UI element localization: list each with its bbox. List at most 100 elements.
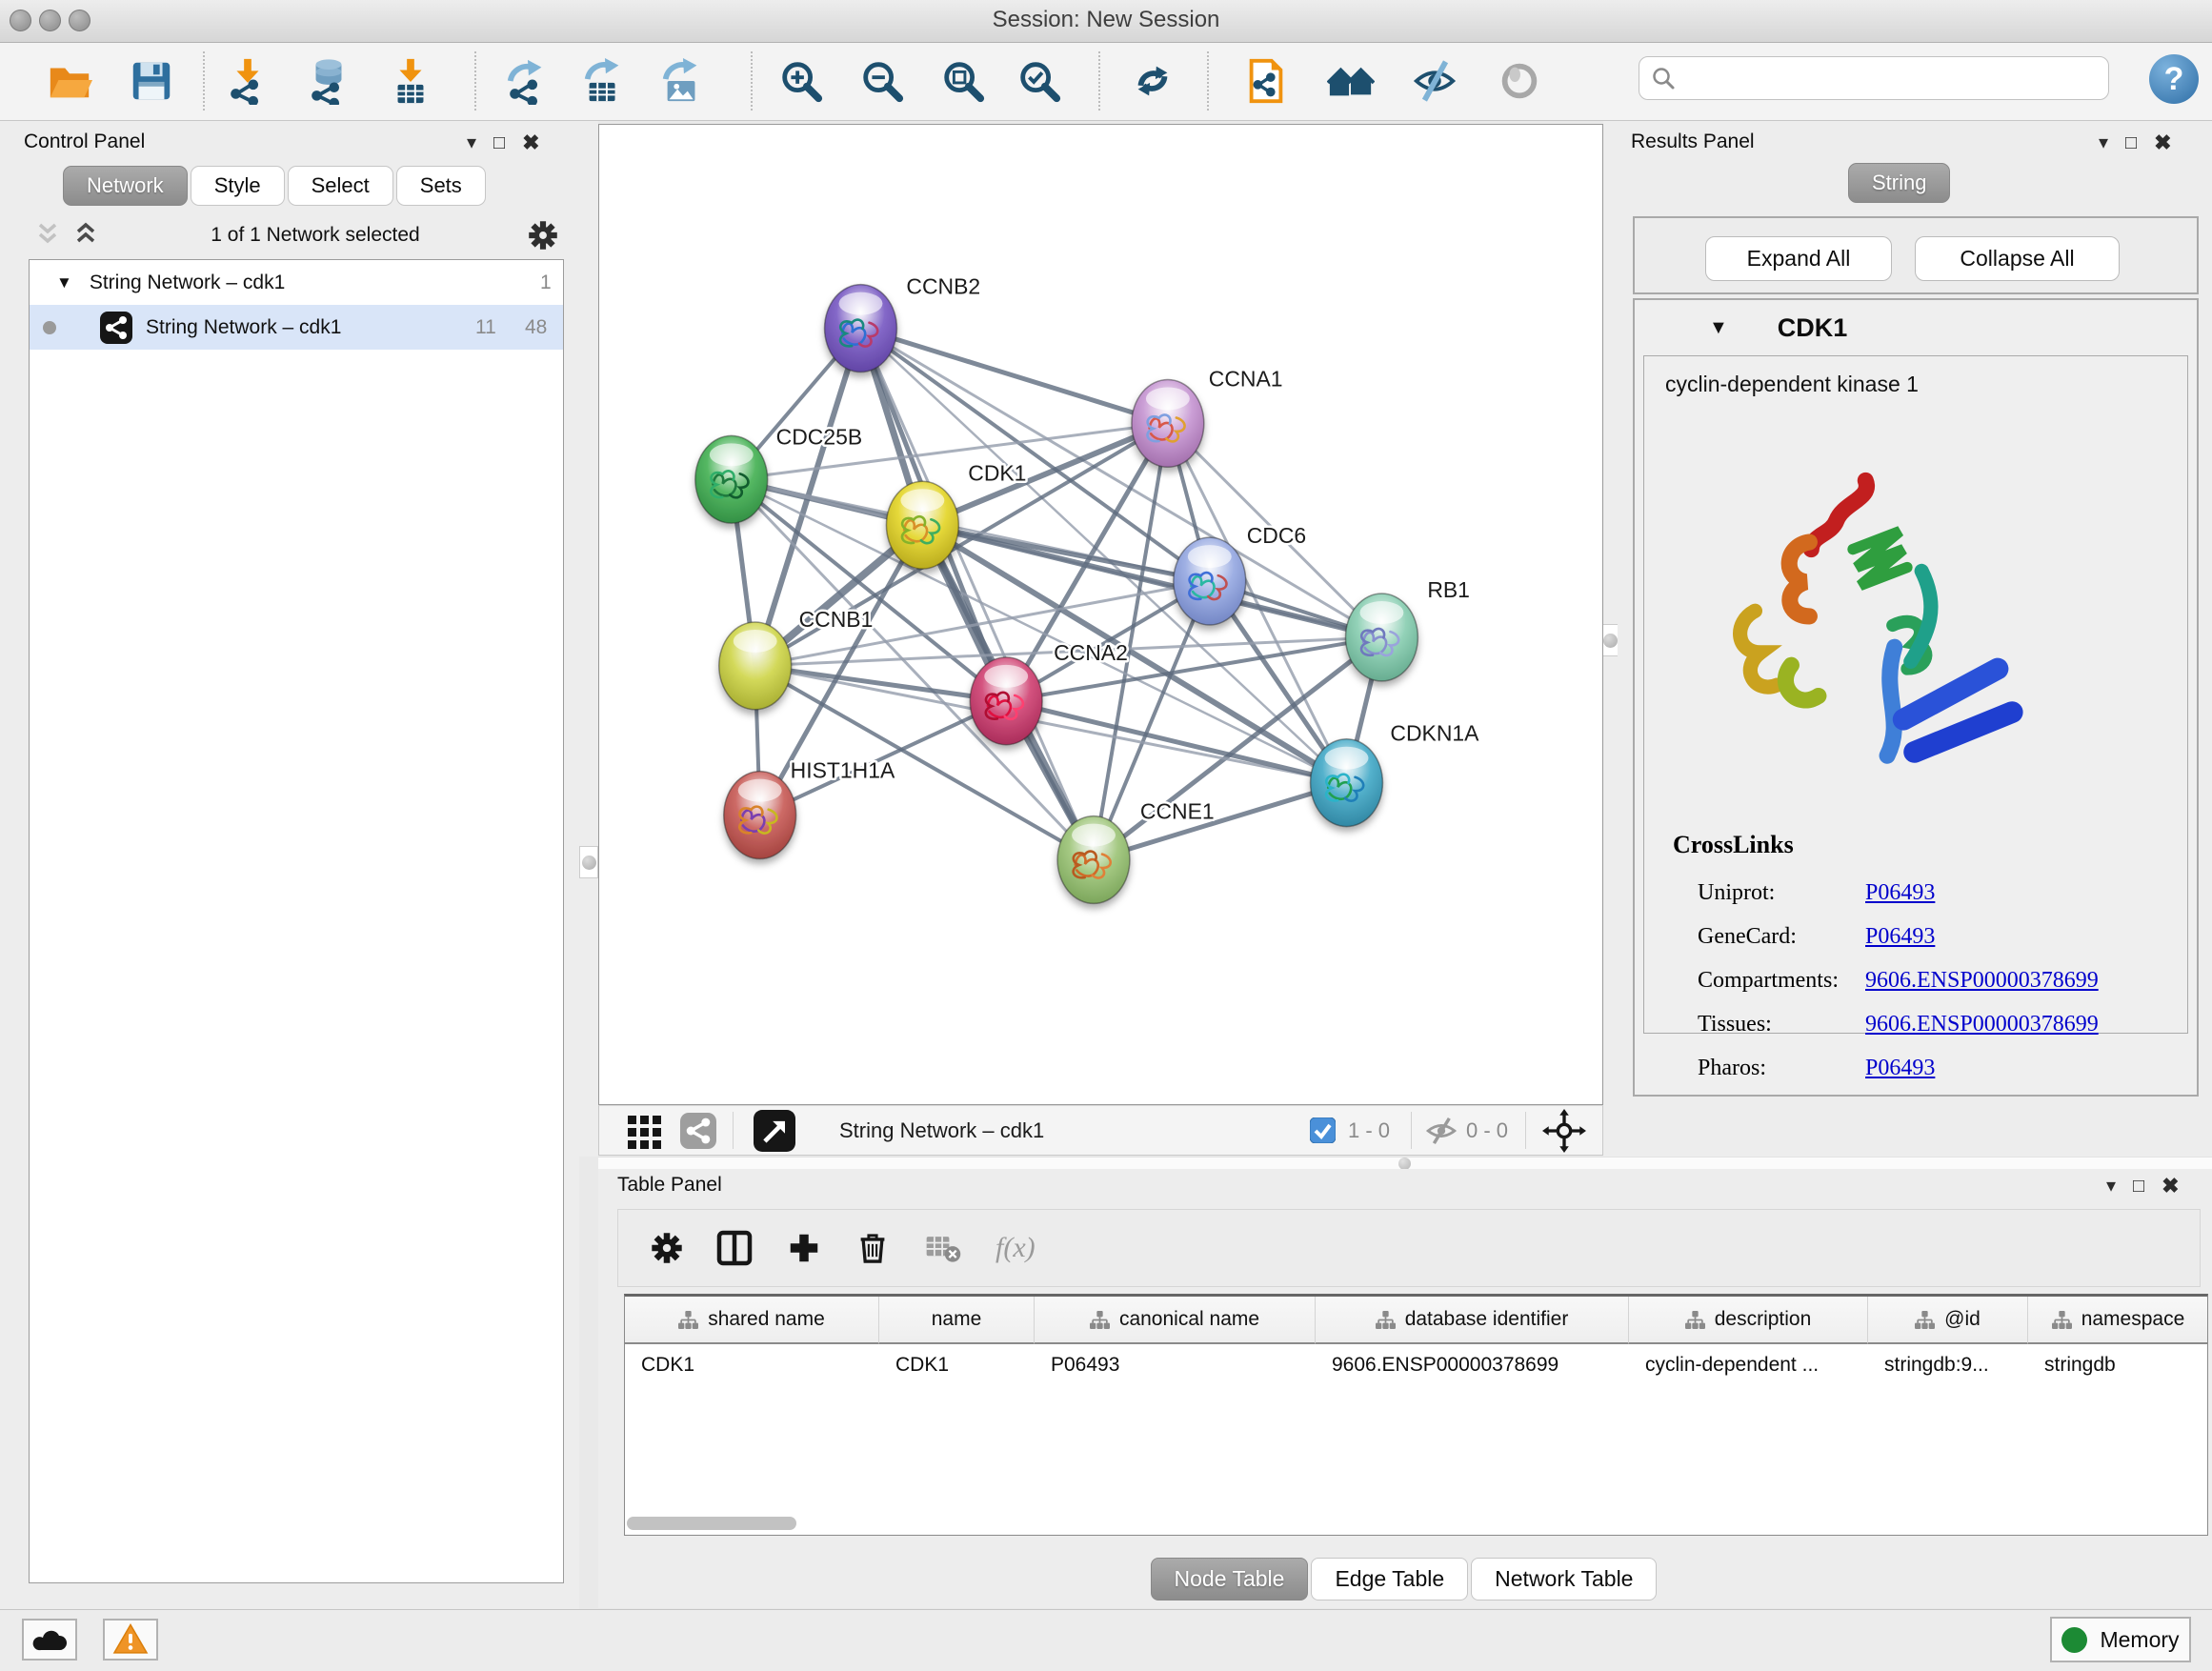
table-row[interactable]: CDK1CDK1P064939606.ENSP00000378699cyclin…: [625, 1344, 2207, 1386]
search-input[interactable]: [1685, 65, 2099, 91]
hidden-eye-icon[interactable]: [1424, 1106, 1458, 1155]
network-node-CCNE1[interactable]: [1057, 816, 1130, 904]
collapse-all-button[interactable]: Collapse All: [1915, 236, 2120, 281]
expand-all-icon[interactable]: [70, 221, 103, 250]
table-cell[interactable]: P06493: [1035, 1344, 1316, 1386]
add-column-icon[interactable]: [786, 1230, 822, 1266]
network-edge-CCNB2-CCNA1[interactable]: [860, 329, 1167, 424]
delete-table-icon[interactable]: [923, 1228, 963, 1268]
table-cell[interactable]: stringdb:9...: [1868, 1344, 2028, 1386]
import-network-file-icon[interactable]: [222, 55, 273, 107]
table-cell[interactable]: CDK1: [879, 1344, 1035, 1386]
share-session-file-icon[interactable]: [1240, 55, 1292, 107]
table-cell[interactable]: cyclin-dependent ...: [1629, 1344, 1868, 1386]
selected-checkbox[interactable]: [1310, 1106, 1336, 1155]
network-edge-CCNB2-CCNE1[interactable]: [860, 329, 1094, 860]
table-cell[interactable]: 9606.ENSP00000378699: [1316, 1344, 1629, 1386]
network-collection-row[interactable]: ▼ String Network – cdk1 1: [30, 260, 563, 305]
crosslink-link[interactable]: P06493: [1865, 924, 1935, 950]
show-columns-icon[interactable]: [715, 1229, 754, 1267]
right-splitter-handle[interactable]: [1600, 624, 1619, 656]
horizontal-scrollbar-thumb[interactable]: [627, 1517, 796, 1530]
save-session-icon[interactable]: [126, 55, 177, 107]
network-canvas[interactable]: CCNB2CCNA1CDC25BCDK1CDC6RB1CCNB1CCNA2CDK…: [599, 125, 1602, 1104]
left-splitter-handle[interactable]: [579, 846, 598, 878]
network-node-HIST1H1A[interactable]: [724, 772, 796, 859]
network-node-CCNB2[interactable]: [825, 285, 897, 372]
tab-edge-table[interactable]: Edge Table: [1311, 1558, 1468, 1601]
network-overview-icon[interactable]: [1325, 55, 1377, 107]
birdseye-view-icon[interactable]: [754, 1106, 795, 1155]
export-network-icon[interactable]: [501, 55, 553, 107]
panel-collapse-icon[interactable]: ▾: [2099, 133, 2108, 152]
crosslink-link[interactable]: P06493: [1865, 880, 1935, 906]
panel-close-icon[interactable]: ✖: [2162, 1176, 2179, 1197]
panel-float-icon[interactable]: □: [2133, 1177, 2144, 1196]
tab-string[interactable]: String: [1848, 163, 1950, 203]
open-session-icon[interactable]: [44, 55, 95, 107]
pan-crosshair-icon[interactable]: [1542, 1106, 1586, 1155]
column-header-shared-name[interactable]: shared name: [625, 1297, 879, 1344]
zoom-out-icon[interactable]: [856, 55, 908, 107]
panel-float-icon[interactable]: □: [2125, 133, 2137, 152]
export-table-icon[interactable]: [578, 55, 630, 107]
crosslink-link[interactable]: P06493: [1865, 1056, 1935, 1081]
collapse-section-icon[interactable]: ▼: [1709, 317, 1728, 339]
help-button[interactable]: ?: [2149, 54, 2199, 104]
collapse-all-icon[interactable]: [32, 221, 65, 250]
network-type-icon[interactable]: [680, 1106, 716, 1155]
panel-collapse-icon[interactable]: ▾: [467, 133, 476, 152]
gear-icon[interactable]: [528, 220, 558, 251]
show-all-icon[interactable]: [1494, 55, 1545, 107]
memory-button[interactable]: Memory: [2050, 1617, 2191, 1662]
zoom-selected-icon[interactable]: [1014, 55, 1065, 107]
panel-collapse-icon[interactable]: ▾: [2106, 1177, 2116, 1196]
horizontal-splitter[interactable]: [598, 1157, 2212, 1170]
column-header-name[interactable]: name: [879, 1297, 1035, 1344]
column-header--id[interactable]: @id: [1868, 1297, 2028, 1344]
network-node-RB1[interactable]: [1346, 594, 1418, 681]
tab-network-table[interactable]: Network Table: [1471, 1558, 1657, 1601]
right-splitter[interactable]: [1603, 121, 1618, 1157]
warning-status-button[interactable]: [103, 1619, 158, 1661]
delete-column-icon[interactable]: [855, 1230, 891, 1266]
hide-selected-icon[interactable]: [1409, 55, 1460, 107]
network-node-CDKN1A[interactable]: [1311, 739, 1383, 827]
import-table-icon[interactable]: [385, 55, 436, 107]
network-edge-CCNB2-RB1[interactable]: [860, 329, 1381, 637]
panel-float-icon[interactable]: □: [493, 133, 505, 152]
network-edge-CDKN1A-CCNE1[interactable]: [1094, 783, 1346, 860]
column-header-database-identifier[interactable]: database identifier: [1316, 1297, 1629, 1344]
tab-network[interactable]: Network: [63, 166, 188, 206]
crosslink-link[interactable]: 9606.ENSP00000378699: [1865, 1012, 2099, 1037]
protein-header[interactable]: ▼ CDK1: [1635, 300, 2197, 355]
tab-style[interactable]: Style: [191, 166, 285, 206]
cloud-status-button[interactable]: [22, 1619, 77, 1661]
show-grid-icon[interactable]: [626, 1106, 664, 1155]
zoom-in-icon[interactable]: [775, 55, 827, 107]
left-splitter[interactable]: [579, 121, 598, 1157]
tree-expand-icon[interactable]: ▼: [56, 273, 72, 292]
network-node-CCNB1[interactable]: [719, 622, 792, 710]
table-settings-gear-icon[interactable]: [651, 1232, 683, 1264]
network-node-CCNA2[interactable]: [970, 657, 1042, 745]
table-cell[interactable]: stringdb: [2028, 1344, 2208, 1386]
apply-layout-icon[interactable]: [1127, 55, 1178, 107]
network-node-CDC25B[interactable]: [695, 435, 768, 523]
network-node-CDC6[interactable]: [1174, 537, 1246, 625]
network-edge-CCNA2-CDKN1A[interactable]: [1006, 701, 1346, 783]
export-image-icon[interactable]: [656, 55, 708, 107]
column-header-description[interactable]: description: [1629, 1297, 1868, 1344]
zoom-fit-icon[interactable]: [937, 55, 989, 107]
import-network-database-icon[interactable]: [303, 55, 354, 107]
tab-sets[interactable]: Sets: [396, 166, 486, 206]
column-header-namespace[interactable]: namespace: [2028, 1297, 2208, 1344]
expand-all-button[interactable]: Expand All: [1705, 236, 1892, 281]
crosslink-link[interactable]: 9606.ENSP00000378699: [1865, 968, 2099, 994]
function-builder-icon[interactable]: f(x): [995, 1232, 1036, 1264]
network-row[interactable]: String Network – cdk1 11 48: [30, 305, 563, 350]
column-header-canonical-name[interactable]: canonical name: [1035, 1297, 1316, 1344]
tab-select[interactable]: Select: [288, 166, 393, 206]
table-cell[interactable]: CDK1: [625, 1344, 879, 1386]
panel-close-icon[interactable]: ✖: [522, 132, 539, 153]
